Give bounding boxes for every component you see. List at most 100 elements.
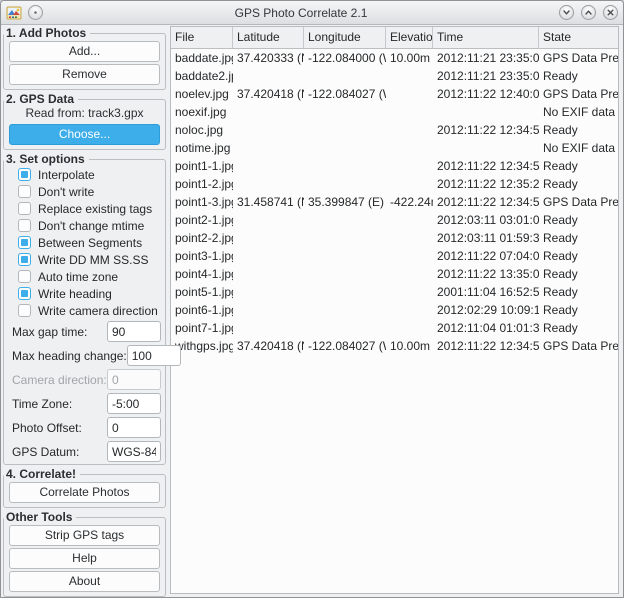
cell-time: 2012:11:22 12:40:00	[433, 85, 539, 103]
table-row[interactable]: point7-1.jpg2012:11:04 01:01:30Ready	[171, 319, 618, 337]
photo-offset-input[interactable]	[107, 417, 161, 438]
photo-table: FileLatitudeLongitudeElevationTimeState …	[170, 26, 619, 594]
table-row[interactable]: withgps.jpg37.420418 (N)-122.084027 (W)1…	[171, 337, 618, 355]
checkbox-unchecked-icon[interactable]	[18, 219, 31, 232]
cell-elevation	[386, 85, 433, 103]
cell-latitude	[233, 67, 304, 85]
option-replace-existing-tags[interactable]: Replace existing tags	[18, 201, 162, 216]
option-don-t-write[interactable]: Don't write	[18, 184, 162, 199]
cell-time: 2012:11:22 12:34:56	[433, 337, 539, 355]
table-row[interactable]: point1-2.jpg2012:11:22 12:35:20Ready	[171, 175, 618, 193]
max-gap-time-input[interactable]	[107, 321, 161, 342]
table-row[interactable]: point2-1.jpg2012:03:11 03:01:00Ready	[171, 211, 618, 229]
cell-elevation	[386, 283, 433, 301]
field-row-max-heading-change: Max heading change:	[8, 345, 161, 366]
cell-time: 2012:02:29 10:09:14	[433, 301, 539, 319]
strip-gps-tags-button[interactable]: Strip GPS tags	[9, 525, 160, 546]
cell-state: Ready	[539, 229, 618, 247]
max-heading-change-input[interactable]	[127, 345, 181, 366]
cell-file: notime.jpg	[171, 139, 233, 157]
cell-file: point3-1.jpg	[171, 247, 233, 265]
cell-elevation	[386, 319, 433, 337]
checkbox-checked-icon[interactable]	[18, 236, 31, 249]
add-button[interactable]: Add...	[9, 41, 160, 62]
column-header-elevation[interactable]: Elevation	[386, 27, 433, 48]
table-row[interactable]: point3-1.jpg2012:11:22 07:04:00Ready	[171, 247, 618, 265]
option-write-dd-mm-ss-ss[interactable]: Write DD MM SS.SS	[18, 252, 162, 267]
correlate-photos-button[interactable]: Correlate Photos	[9, 482, 160, 503]
close-icon	[606, 8, 615, 17]
table-row[interactable]: baddate.jpg37.420333 (N)-122.084000 (W)1…	[171, 49, 618, 67]
cell-file: point4-1.jpg	[171, 265, 233, 283]
option-auto-time-zone[interactable]: Auto time zone	[18, 269, 162, 284]
table-row[interactable]: point1-3.jpg31.458741 (N)35.399847 (E)-4…	[171, 193, 618, 211]
group-set-options: 3. Set options InterpolateDon't writeRep…	[3, 159, 166, 465]
table-row[interactable]: point4-1.jpg2012:11:22 13:35:00Ready	[171, 265, 618, 283]
cell-latitude: 31.458741 (N)	[233, 193, 304, 211]
cell-time	[433, 139, 539, 157]
titlebar[interactable]: GPS Photo Correlate 2.1	[1, 1, 623, 25]
minimize-button[interactable]	[559, 5, 574, 20]
cell-latitude	[233, 265, 304, 283]
option-field-list: Max gap time:Max heading change:Camera d…	[7, 321, 162, 462]
cell-state: Ready	[539, 67, 618, 85]
checkbox-unchecked-icon[interactable]	[18, 185, 31, 198]
cell-state: Ready	[539, 319, 618, 337]
cell-time	[433, 103, 539, 121]
time-zone-input[interactable]	[107, 393, 161, 414]
choose-button[interactable]: Choose...	[9, 124, 160, 145]
cell-time: 2012:03:11 01:59:30	[433, 229, 539, 247]
sidebar: 1. Add Photos Add... Remove 2. GPS Data …	[2, 26, 167, 594]
cell-state: Ready	[539, 283, 618, 301]
table-row[interactable]: baddate2.jpg2012:11:21 23:35:00Ready	[171, 67, 618, 85]
table-row[interactable]: point6-1.jpg2012:02:29 10:09:14Ready	[171, 301, 618, 319]
cell-longitude	[304, 157, 386, 175]
column-header-latitude[interactable]: Latitude	[233, 27, 304, 48]
checkbox-label: Auto time zone	[38, 270, 118, 284]
option-write-camera-direction[interactable]: Write camera direction	[18, 303, 162, 318]
cell-longitude	[304, 175, 386, 193]
table-row[interactable]: point5-1.jpg2001:11:04 16:52:58Ready	[171, 283, 618, 301]
cell-time: 2001:11:04 16:52:58	[433, 283, 539, 301]
table-row[interactable]: noloc.jpg2012:11:22 12:34:56Ready	[171, 121, 618, 139]
field-row-photo-offset: Photo Offset:	[8, 417, 161, 438]
column-header-longitude[interactable]: Longitude	[304, 27, 386, 48]
column-header-time[interactable]: Time	[433, 27, 539, 48]
column-header-state[interactable]: State	[539, 27, 618, 48]
checkbox-checked-icon[interactable]	[18, 168, 31, 181]
checkbox-checked-icon[interactable]	[18, 253, 31, 266]
cell-state: Ready	[539, 157, 618, 175]
window-content: 1. Add Photos Add... Remove 2. GPS Data …	[1, 25, 623, 597]
option-write-heading[interactable]: Write heading	[18, 286, 162, 301]
option-interpolate[interactable]: Interpolate	[18, 167, 162, 182]
checkbox-unchecked-icon[interactable]	[18, 202, 31, 215]
cell-latitude	[233, 103, 304, 121]
cell-longitude	[304, 265, 386, 283]
option-between-segments[interactable]: Between Segments	[18, 235, 162, 250]
cell-file: point1-3.jpg	[171, 193, 233, 211]
cell-longitude	[304, 67, 386, 85]
table-row[interactable]: point2-2.jpg2012:03:11 01:59:30Ready	[171, 229, 618, 247]
checkbox-checked-icon[interactable]	[18, 287, 31, 300]
cell-elevation	[386, 247, 433, 265]
remove-button[interactable]: Remove	[9, 64, 160, 85]
maximize-button[interactable]	[581, 5, 596, 20]
table-row[interactable]: notime.jpgNo EXIF data	[171, 139, 618, 157]
help-button[interactable]: Help	[9, 548, 160, 569]
window-menu-button[interactable]	[28, 5, 43, 20]
gps-datum-input[interactable]	[107, 441, 161, 462]
close-button[interactable]	[603, 5, 618, 20]
chevron-down-icon	[562, 8, 571, 17]
table-row[interactable]: noexif.jpgNo EXIF data	[171, 103, 618, 121]
table-row[interactable]: point1-1.jpg2012:11:22 12:34:56Ready	[171, 157, 618, 175]
option-don-t-change-mtime[interactable]: Don't change mtime	[18, 218, 162, 233]
cell-longitude	[304, 121, 386, 139]
table-row[interactable]: noelev.jpg37.420418 (N)-122.084027 (W)20…	[171, 85, 618, 103]
checkbox-unchecked-icon[interactable]	[18, 270, 31, 283]
cell-state: Ready	[539, 265, 618, 283]
checkbox-unchecked-icon[interactable]	[18, 304, 31, 317]
cell-longitude	[304, 301, 386, 319]
about-button[interactable]: About	[9, 571, 160, 592]
column-header-file[interactable]: File	[171, 27, 233, 48]
camera-direction-input[interactable]	[107, 369, 161, 390]
